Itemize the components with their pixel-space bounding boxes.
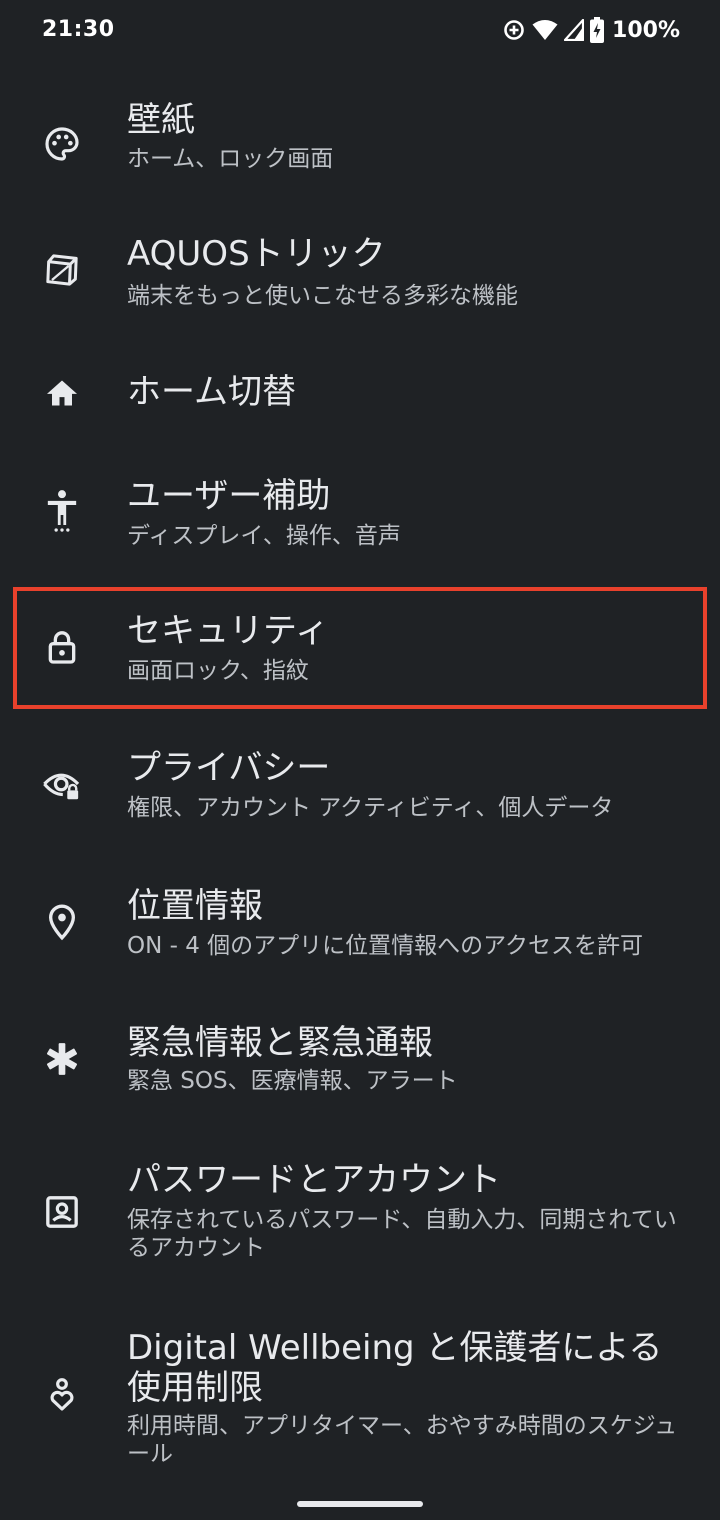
battery-charging-icon [590, 17, 605, 43]
settings-item-location[interactable]: 位置情報 ON - 4 個のアプリに位置情報へのアクセスを許可 [0, 872, 720, 984]
settings-item-subtitle: 利用時間、アプリタイマー、おやすみ時間のスケジュール [127, 1413, 678, 1467]
settings-item-title: Digital Wellbeing と保護者による使用制限 [127, 1328, 663, 1408]
status-bar: 21:30 100% [0, 0, 720, 60]
settings-item-passwords-accounts[interactable]: パスワードとアカウント 保存されているパスワード、自動入力、同期されているアカウ… [0, 1144, 720, 1284]
location-pin-icon [42, 902, 82, 942]
settings-item-subtitle: 端末をもっと使いこなせる多彩な機能 [127, 283, 518, 309]
home-icon [42, 373, 82, 413]
cube-icon [42, 250, 82, 290]
settings-item-subtitle: ディスプレイ、操作、音声 [127, 523, 401, 549]
settings-item-digital-wellbeing[interactable]: Digital Wellbeing と保護者による使用制限 利用時間、アプリタイ… [0, 1312, 720, 1482]
settings-item-emergency[interactable]: 緊急情報と緊急通報 緊急 SOS、医療情報、アラート [0, 1007, 720, 1119]
asterisk-icon [42, 1039, 82, 1079]
settings-item-subtitle: 緊急 SOS、医療情報、アラート [127, 1068, 458, 1094]
settings-item-subtitle: 権限、アカウント アクティビティ、個人データ [127, 795, 614, 821]
settings-item-title: 位置情報 [127, 886, 263, 926]
settings-item-title: ホーム切替 [127, 372, 296, 412]
settings-item-aquos-trick[interactable]: AQUOSトリック 端末をもっと使いこなせる多彩な機能 [0, 224, 720, 336]
wellbeing-icon [42, 1374, 82, 1414]
account-box-icon [42, 1192, 82, 1232]
settings-item-title: ユーザー補助 [127, 476, 331, 516]
status-time: 21:30 [42, 17, 115, 42]
settings-item-title: パスワードとアカウント [127, 1160, 501, 1200]
settings-item-title: プライバシー [127, 748, 331, 788]
settings-item-title: 壁紙 [127, 100, 195, 140]
palette-icon [42, 124, 82, 164]
battery-percentage: 100% [612, 17, 680, 43]
settings-item-subtitle: ON - 4 個のアプリに位置情報へのアクセスを許可 [127, 933, 644, 959]
wifi-icon [532, 19, 558, 41]
data-saver-icon [502, 18, 526, 42]
settings-item-title: AQUOSトリック [127, 234, 386, 274]
settings-item-privacy[interactable]: プライバシー 権限、アカウント アクティビティ、個人データ [0, 732, 720, 844]
settings-item-subtitle: ホーム、ロック画面 [127, 146, 334, 172]
signal-icon [564, 19, 585, 41]
settings-item-wallpaper[interactable]: 壁紙 ホーム、ロック画面 [0, 88, 720, 200]
highlight-security [13, 587, 707, 709]
gesture-nav-handle[interactable] [297, 1501, 423, 1507]
settings-item-title: 緊急情報と緊急通報 [127, 1023, 433, 1063]
accessibility-icon [42, 490, 82, 532]
settings-item-subtitle: 保存されているパスワード、自動入力、同期されているアカウント [127, 1207, 677, 1261]
settings-item-accessibility[interactable]: ユーザー補助 ディスプレイ、操作、音声 [0, 462, 720, 574]
settings-item-home-switch[interactable]: ホーム切替 [0, 350, 720, 440]
privacy-eye-icon [42, 764, 82, 804]
status-icons: 100% [502, 14, 680, 46]
